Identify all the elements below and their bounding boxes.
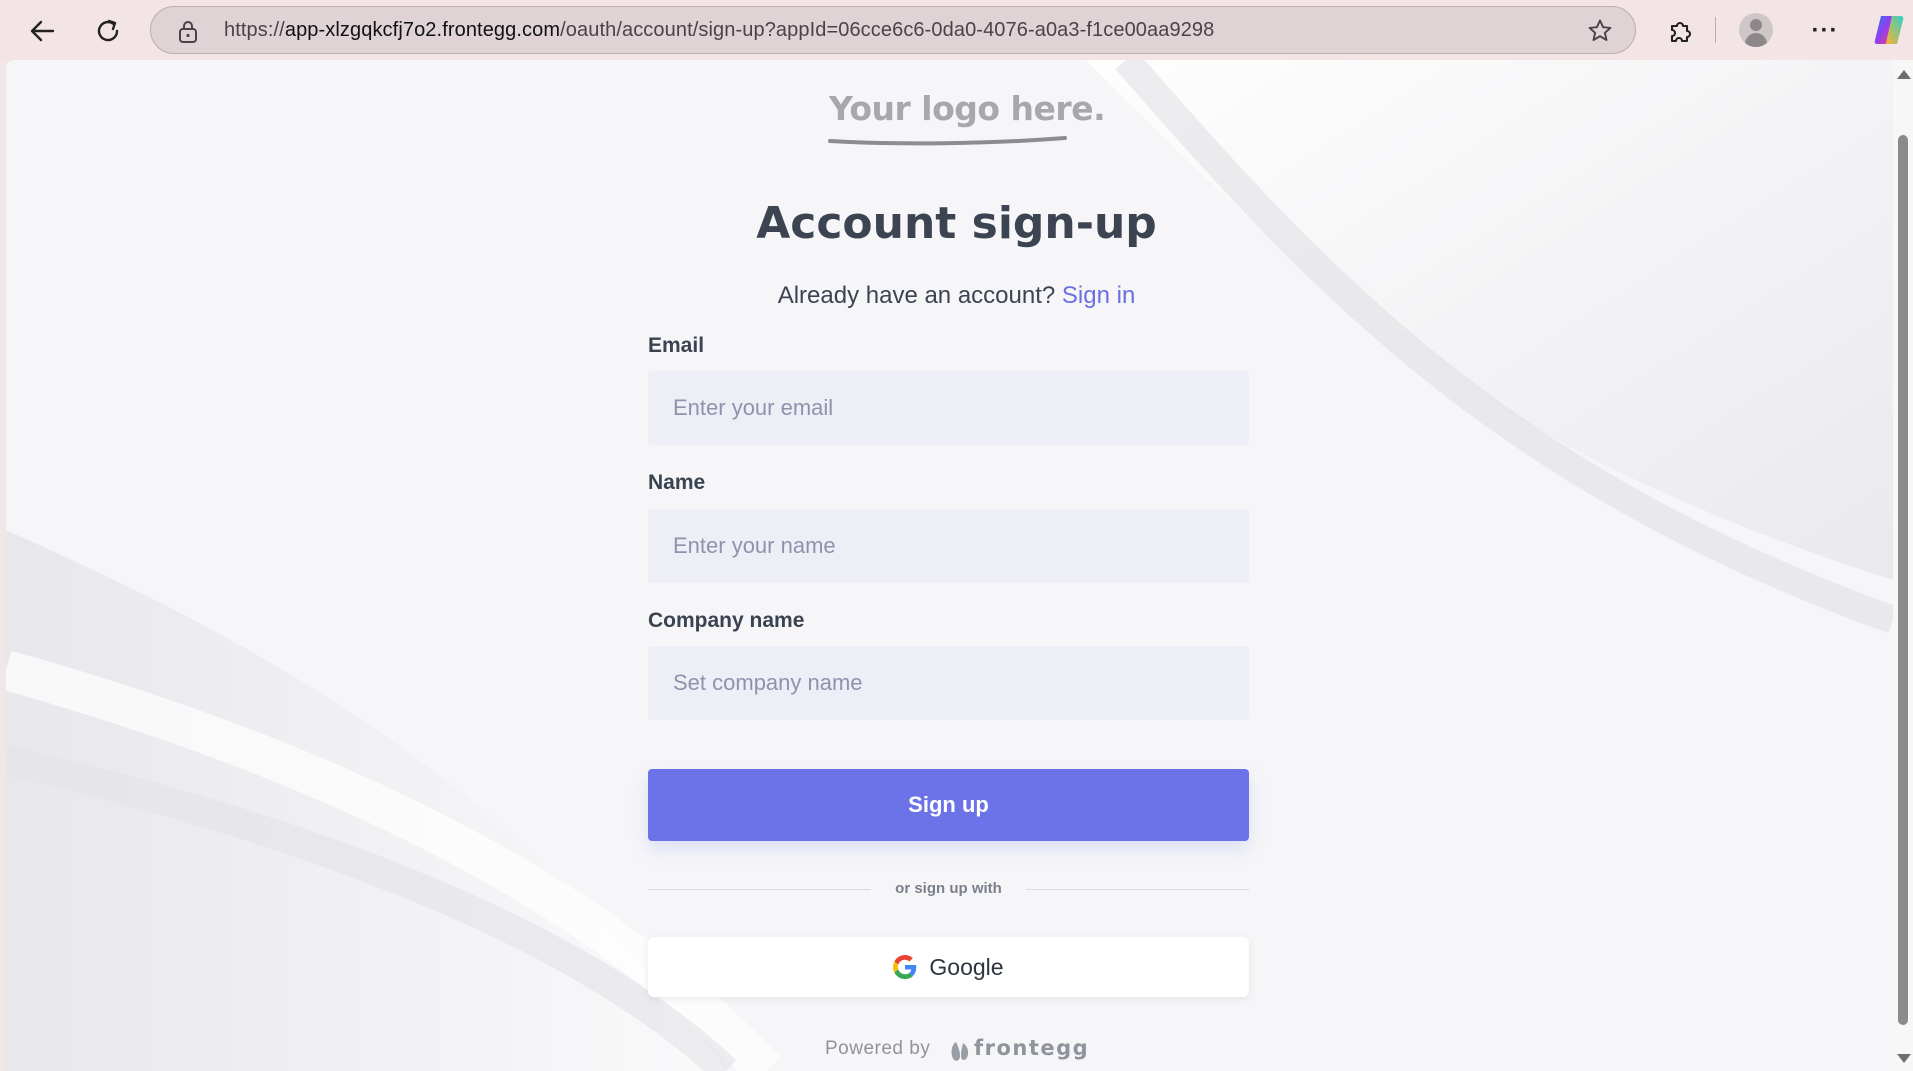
page-title: Account sign-up: [756, 198, 1157, 249]
address-bar[interactable]: https://app-xlzgqkcfj7o2.frontegg.com/oa…: [150, 6, 1636, 54]
scroll-thumb[interactable]: [1898, 135, 1908, 1025]
google-g-icon: [893, 955, 917, 979]
more-options-icon[interactable]: ···: [1806, 12, 1844, 50]
profile-avatar-icon[interactable]: [1739, 13, 1773, 47]
url-path: /oauth/account/sign-up?appId=06cce6c6-0d…: [560, 19, 1215, 41]
email-input[interactable]: [648, 371, 1249, 445]
refresh-icon: [97, 19, 119, 42]
back-button[interactable]: [23, 12, 61, 50]
signin-prompt: Already have an account? Sign in: [0, 282, 1913, 310]
avatar-head: [1750, 19, 1762, 31]
url-text[interactable]: https://app-xlzgqkcfj7o2.frontegg.com/oa…: [224, 19, 1214, 42]
sign-up-button[interactable]: Sign up: [648, 769, 1249, 841]
copilot-icon[interactable]: [1872, 13, 1906, 47]
avatar-body: [1745, 33, 1767, 47]
scroll-down-arrow-icon[interactable]: [1897, 1054, 1911, 1063]
logo-underline-swoosh: [828, 136, 1067, 146]
frontegg-logo-icon: [951, 1042, 969, 1061]
url-prefix: https://: [224, 19, 285, 41]
company-logo-placeholder: Your logo here.: [829, 89, 1106, 128]
google-sign-up-button[interactable]: Google: [648, 937, 1249, 997]
name-input[interactable]: [648, 509, 1249, 583]
frontegg-brand-text: frontegg: [974, 1036, 1090, 1060]
scroll-up-arrow-icon[interactable]: [1897, 70, 1911, 79]
social-divider-text: or sign up with: [895, 880, 1002, 897]
favorite-star-icon[interactable]: [1587, 18, 1613, 44]
signin-link[interactable]: Sign in: [1062, 282, 1135, 309]
company-name-input[interactable]: [648, 646, 1249, 720]
refresh-button[interactable]: [89, 12, 127, 50]
extensions-button[interactable]: [1661, 12, 1699, 50]
company-name-label: Company name: [648, 609, 805, 632]
powered-by-text: Powered by: [825, 1038, 931, 1059]
google-button-label: Google: [929, 953, 1004, 980]
email-label: Email: [648, 334, 705, 357]
signin-prompt-text: Already have an account?: [777, 282, 1056, 309]
extensions-puzzle-icon: [1670, 22, 1691, 43]
name-label: Name: [648, 471, 706, 494]
browser-toolbar: https://app-xlzgqkcfj7o2.frontegg.com/oa…: [0, 0, 1913, 60]
toolbar-divider: [1715, 17, 1716, 43]
url-host: app-xlzgqkcfj7o2.frontegg.com: [284, 19, 561, 41]
site-info-lock-icon[interactable]: [177, 20, 199, 44]
back-arrow-icon: [30, 20, 55, 42]
